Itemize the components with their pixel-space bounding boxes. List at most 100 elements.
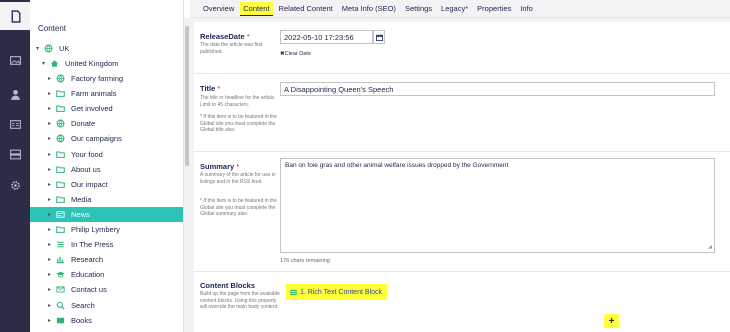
expand-caret-icon[interactable]: ▸ [46, 211, 53, 218]
property-description: The title or headline for the article. L… [200, 95, 276, 108]
calendar-icon [375, 33, 383, 41]
editor-area: ReleaseDate * The date the article was f… [190, 18, 730, 332]
tree-node-label: News [71, 209, 90, 219]
tree-node-label: Our campaigns [71, 134, 122, 144]
tree-node-label: Contact us [71, 285, 107, 295]
tree-node[interactable]: ▸ Contact us [30, 282, 183, 297]
tree-node-label: About us [71, 164, 101, 174]
title-input[interactable]: A Disappointing Queen's Speech [280, 82, 715, 96]
tree-node-label: Education [71, 270, 105, 280]
tree-node[interactable]: ▸ Research [30, 252, 183, 267]
folder-icon [56, 165, 65, 174]
tree-node[interactable]: ▸ Books [30, 313, 183, 328]
tree-node-uk[interactable]: ▾ UK [30, 41, 183, 56]
resize-grip-icon[interactable]: ◢ [708, 244, 712, 250]
expand-caret-icon[interactable]: ▸ [46, 241, 53, 248]
tree-node[interactable]: ▸ About us [30, 162, 183, 177]
expand-caret-icon[interactable]: ▾ [34, 45, 41, 52]
expand-caret-icon[interactable]: ▸ [46, 271, 53, 278]
tree-node[interactable]: ▸ Media [30, 192, 183, 207]
members-section-icon[interactable] [0, 80, 30, 108]
tab-properties[interactable]: Properties [474, 2, 514, 15]
release-date-input[interactable]: 2022-05-10 17:23:56 [280, 30, 373, 44]
tree-node[interactable]: ▸ Donate [30, 116, 183, 131]
media-section-icon[interactable] [0, 46, 30, 74]
summary-textarea[interactable]: Ban on foie gras and other animal welfar… [280, 158, 715, 253]
tree-node-label: Search [71, 300, 95, 310]
tab-meta-info-seo[interactable]: Meta Info (SEO) [339, 2, 399, 15]
expand-caret-icon[interactable]: ▸ [46, 302, 53, 309]
property-label: Summary * [200, 162, 240, 171]
tree-node[interactable]: ▸ Search [30, 298, 183, 313]
translation-section-icon[interactable] [0, 140, 30, 168]
tree-node-label: UK [59, 44, 70, 53]
tab-legacy[interactable]: Legacy* [438, 2, 471, 15]
settings-section-icon[interactable] [0, 171, 30, 199]
clear-date-button[interactable]: ✖Clear Date [280, 51, 311, 57]
summary-text: Ban on foie gras and other animal welfar… [285, 162, 509, 169]
contact-icon [56, 285, 65, 294]
tree-node-label: Our impact [71, 179, 108, 189]
tree-node[interactable]: ▸ Our campaigns [30, 131, 183, 146]
tree-node[interactable]: ▸ Philip Lymbery [30, 222, 183, 237]
globe-icon [56, 134, 65, 143]
tree-node[interactable]: ▸ News [30, 206, 183, 222]
tab-content[interactable]: Content [240, 1, 273, 16]
expand-caret-icon[interactable]: ▸ [46, 120, 53, 127]
property-description: A summary of the article for use in list… [200, 172, 276, 185]
expand-caret-icon[interactable]: ▸ [46, 75, 53, 82]
property-title: Title * The title or headline for the ar… [194, 74, 730, 152]
section-rail [0, 0, 30, 332]
forms-section-icon[interactable] [0, 110, 30, 138]
news-icon [56, 210, 65, 219]
umbraco-backoffice: Content ▾ UK ▾ United Kingdom ▸ Factory f… [0, 0, 730, 332]
expand-caret-icon[interactable]: ▸ [46, 135, 53, 142]
tab-settings[interactable]: Settings [402, 2, 435, 15]
expand-caret-icon[interactable]: ▸ [46, 196, 53, 203]
tree-node-label: In The Press [71, 240, 114, 250]
tab-related-content[interactable]: Related Content [276, 2, 336, 15]
expand-caret-icon[interactable]: ▸ [46, 151, 53, 158]
expand-caret-icon[interactable]: ▸ [46, 286, 53, 293]
tree-node[interactable]: ▸ Our impact [30, 177, 183, 192]
scrollbar-thumb[interactable] [185, 26, 189, 166]
book-icon [56, 316, 65, 325]
folder-icon [56, 104, 65, 113]
expand-caret-icon[interactable]: ▾ [40, 60, 47, 67]
globe-icon [56, 119, 65, 128]
editor-tabs: Overview Content Related Content Meta Info … [190, 0, 730, 18]
chars-remaining: 176 chars remaining [280, 258, 330, 264]
tree-node-united-kingdom[interactable]: ▾ United Kingdom [30, 56, 183, 71]
expand-caret-icon[interactable]: ▸ [46, 256, 53, 263]
property-note: * If this item is to be featured in the … [200, 114, 277, 133]
rich-text-content-block[interactable]: 1. Rich Text Content Block [286, 284, 387, 300]
tree-node-label: Media [71, 194, 92, 204]
globe-icon [56, 74, 65, 83]
list-icon [56, 240, 65, 249]
expand-caret-icon[interactable]: ▸ [46, 90, 53, 97]
tree-node[interactable]: Sitemap [30, 328, 183, 332]
search-icon [56, 301, 65, 310]
property-summary: Summary * A summary of the article for u… [194, 152, 730, 272]
folder-icon [56, 150, 65, 159]
tab-info[interactable]: Info [517, 2, 536, 15]
tree-node-label: Get involved [71, 104, 113, 114]
tree-node[interactable]: ▸ Factory farming [30, 71, 183, 86]
expand-caret-icon[interactable]: ▸ [46, 226, 53, 233]
property-label: Content Blocks [200, 281, 256, 290]
content-section-icon[interactable] [0, 2, 30, 30]
tree-node-label: United Kingdom [65, 59, 119, 68]
expand-caret-icon[interactable]: ▸ [46, 181, 53, 188]
research-icon [56, 255, 65, 264]
tree-node[interactable]: ▸ Get involved [30, 101, 183, 116]
tree-node[interactable]: ▸ Education [30, 267, 183, 282]
tree-node[interactable]: ▸ Your food [30, 147, 183, 162]
calendar-button[interactable] [373, 30, 385, 44]
tree-node[interactable]: ▸ In The Press [30, 237, 183, 252]
add-block-button[interactable]: + [604, 314, 619, 328]
expand-caret-icon[interactable]: ▸ [46, 166, 53, 173]
tab-overview[interactable]: Overview [200, 2, 237, 15]
tree-node[interactable]: ▸ Farm animals [30, 86, 183, 101]
expand-caret-icon[interactable]: ▸ [46, 317, 53, 324]
expand-caret-icon[interactable]: ▸ [46, 105, 53, 112]
